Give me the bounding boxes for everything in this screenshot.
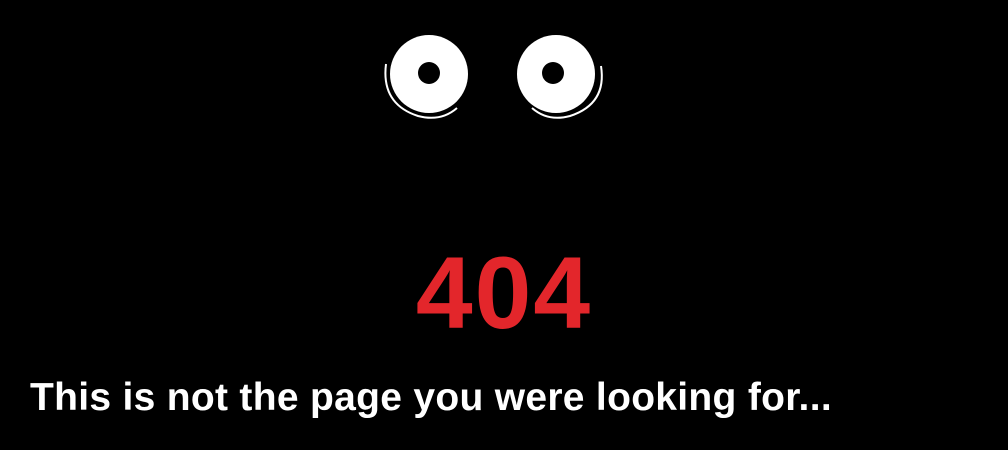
right-eye-icon (517, 35, 603, 119)
eyes-illustration (0, 0, 1008, 140)
left-eye-pupil (418, 62, 440, 84)
error-code: 404 (415, 236, 593, 350)
right-eye-pupil (542, 62, 564, 84)
error-message: This is not the page you were looking fo… (30, 376, 832, 419)
eyes-graphic (384, 35, 603, 119)
left-eye-icon (384, 35, 468, 119)
